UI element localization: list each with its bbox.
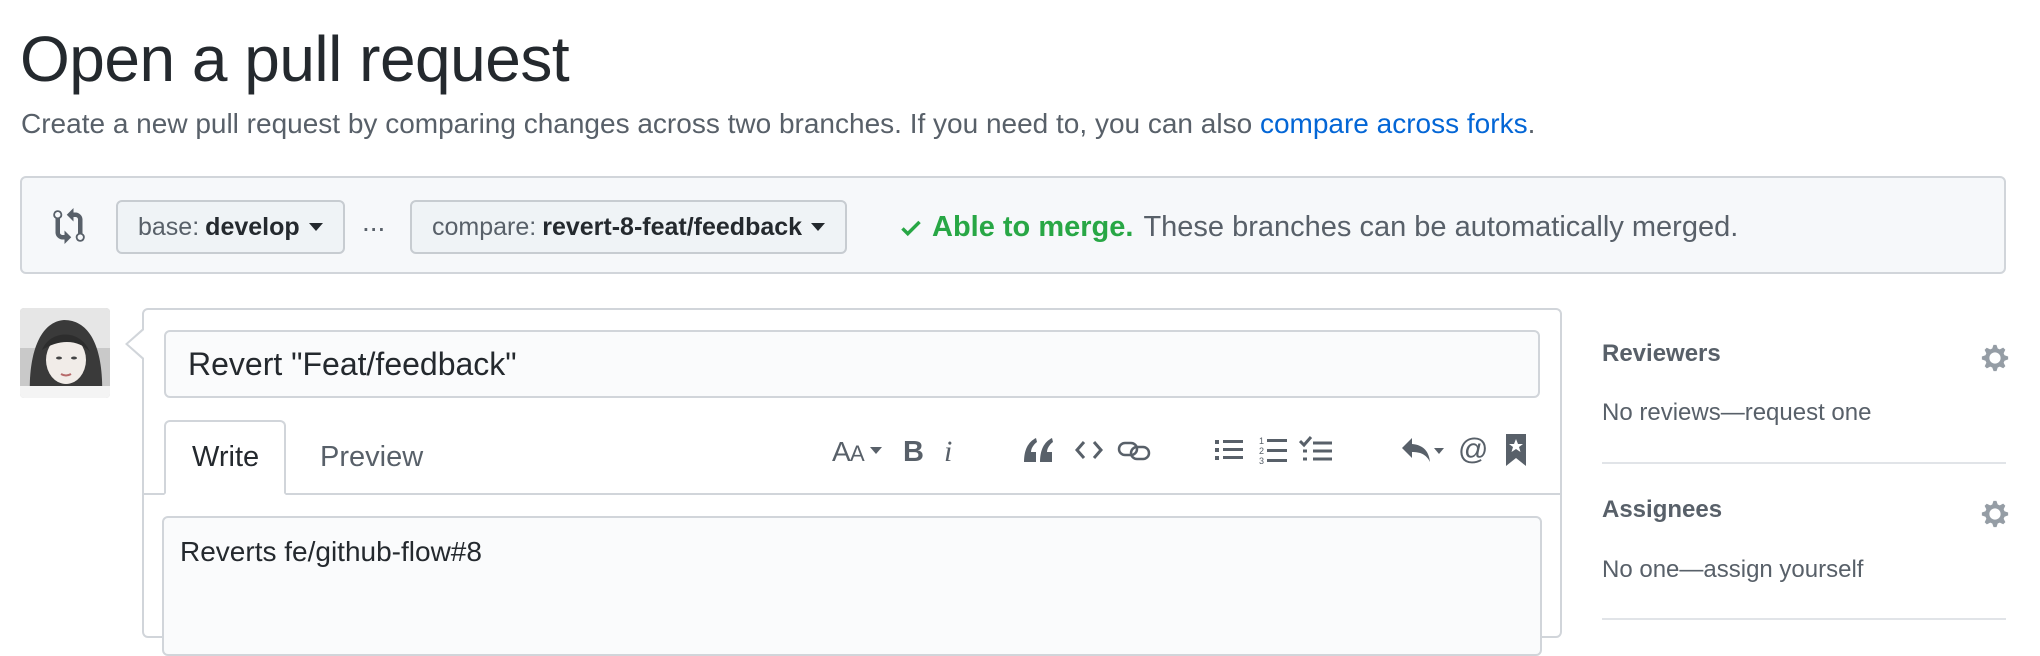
- compare-branch-name: revert-8-feat/feedback: [542, 212, 803, 241]
- git-compare-icon: [52, 208, 86, 244]
- merge-status-message: These branches can be automatically merg…: [1143, 211, 1739, 243]
- page-subtitle: Create a new pull request by comparing c…: [21, 108, 1535, 140]
- check-icon: [898, 215, 924, 241]
- text-size-icon[interactable]: AA: [832, 428, 888, 472]
- reply-icon[interactable]: [1400, 428, 1446, 472]
- sidebar-divider: [1602, 462, 2006, 464]
- comment-pointer-inner: [128, 330, 144, 358]
- task-list-icon[interactable]: [1298, 428, 1334, 472]
- reviewers-gear-icon[interactable]: [1980, 343, 2010, 373]
- merge-status: Able to merge. These branches can be aut…: [898, 211, 1738, 244]
- assignees-gear-icon[interactable]: [1980, 499, 2010, 529]
- bold-icon[interactable]: B: [900, 428, 928, 472]
- svg-text:A: A: [850, 441, 865, 465]
- avatar[interactable]: [20, 308, 110, 398]
- subtitle-end: .: [1527, 108, 1536, 139]
- compare-label: compare:: [432, 212, 537, 241]
- pr-body-textarea[interactable]: Reverts fe/github-flow#8: [162, 516, 1542, 656]
- mention-icon[interactable]: @: [1458, 428, 1488, 472]
- code-icon[interactable]: [1072, 428, 1106, 472]
- svg-text:@: @: [1458, 435, 1488, 465]
- link-icon[interactable]: [1116, 428, 1152, 472]
- svg-text:B: B: [903, 436, 924, 465]
- svg-text:3: 3: [1259, 456, 1264, 465]
- chevron-down-icon: [811, 223, 826, 231]
- base-label: base:: [138, 212, 200, 241]
- assignees-heading[interactable]: Assignees: [1602, 496, 1722, 524]
- assignees-status[interactable]: No one—assign yourself: [1602, 556, 1863, 584]
- tab-write[interactable]: Write: [164, 420, 286, 495]
- tab-preview[interactable]: Preview: [294, 420, 449, 495]
- compare-across-forks-link[interactable]: compare across forks: [1260, 108, 1528, 139]
- saved-reply-icon[interactable]: [1502, 428, 1530, 472]
- sidebar-divider: [1602, 618, 2006, 620]
- page-title: Open a pull request: [20, 23, 570, 95]
- quote-icon[interactable]: [1020, 428, 1056, 472]
- reviewers-heading[interactable]: Reviewers: [1602, 340, 1721, 368]
- italic-icon[interactable]: i: [940, 428, 962, 472]
- compare-range-bar: base: develop ... compare: revert-8-feat/f…: [20, 176, 2006, 274]
- svg-text:i: i: [944, 435, 952, 465]
- subtitle-text: Create a new pull request by comparing c…: [21, 108, 1260, 139]
- svg-text:A: A: [832, 436, 851, 465]
- bullet-list-icon[interactable]: [1214, 428, 1244, 472]
- base-branch-name: develop: [205, 212, 300, 241]
- numbered-list-icon[interactable]: 123: [1258, 428, 1288, 472]
- compare-branch-select[interactable]: compare: revert-8-feat/feedback: [410, 200, 848, 254]
- svg-text:1: 1: [1259, 436, 1264, 446]
- base-branch-select[interactable]: base: develop: [116, 200, 345, 254]
- range-separator: ...: [362, 206, 386, 237]
- chevron-down-icon: [308, 223, 323, 231]
- svg-text:2: 2: [1259, 446, 1264, 456]
- reviewers-status[interactable]: No reviews—request one: [1602, 399, 1871, 427]
- merge-status-label: Able to merge.: [932, 211, 1134, 243]
- pr-title-input[interactable]: [164, 330, 1540, 398]
